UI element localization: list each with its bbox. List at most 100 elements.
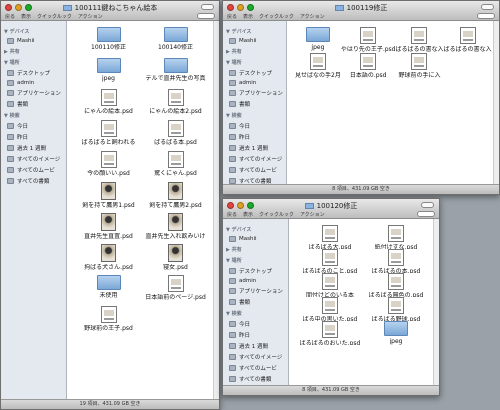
sidebar-item[interactable]: Mashii	[7, 38, 66, 44]
search-field[interactable]	[417, 211, 435, 217]
file-item[interactable]: にゃんの絵本2.psd	[142, 89, 209, 120]
sidebar-heading[interactable]: ▼ 場所	[226, 59, 286, 66]
sidebar-item[interactable]: 過去 1 週間	[229, 342, 288, 350]
file-item[interactable]: ばるばるのおいた.psd	[297, 321, 363, 345]
file-item[interactable]: 未使用	[75, 275, 142, 306]
toolbar-button[interactable]: 表示	[21, 13, 31, 20]
sidebar-item[interactable]: すべてのムービ	[229, 364, 288, 372]
sidebar-item[interactable]: デスクトップ	[7, 69, 66, 77]
file-item[interactable]: 剣を持て鷹男2.psd	[142, 182, 209, 213]
sidebar-heading[interactable]: ▼ 検索	[4, 112, 66, 119]
toolbar-button[interactable]: クイックルック	[259, 211, 294, 218]
sidebar-item[interactable]: 書類	[229, 100, 286, 108]
sidebar-item[interactable]: Mashii	[229, 236, 288, 242]
file-item[interactable]: 日本語の.psd	[341, 53, 396, 79]
vertical-scrollbar[interactable]	[433, 219, 439, 385]
sidebar-item[interactable]: 昨日	[229, 133, 286, 141]
sidebar-item[interactable]: 書類	[229, 298, 288, 306]
file-item[interactable]: にゃんの絵本.psd	[75, 89, 142, 120]
file-item[interactable]: 驚くにゃん.psd	[142, 151, 209, 182]
sidebar-item[interactable]: すべての書類	[229, 375, 288, 383]
toolbar-button[interactable]: 戻る	[5, 13, 15, 20]
file-item[interactable]: ばるばる無色の.psd	[363, 273, 429, 297]
file-item[interactable]: jpeg	[363, 321, 429, 345]
sidebar-item[interactable]: すべての書類	[229, 177, 286, 184]
title-bar[interactable]: 100119修正 戻る 表示 クイックルック アクション	[223, 1, 499, 21]
toolbar-button[interactable]: 表示	[243, 13, 253, 20]
sidebar-heading[interactable]: ▼ 場所	[4, 59, 66, 66]
file-item[interactable]: 紙付けすな.psd	[363, 225, 429, 249]
file-item[interactable]: 今の顔いい.psd	[75, 151, 142, 182]
file-item[interactable]: 間付けどのいる本	[297, 273, 363, 297]
file-item[interactable]: デルで直井先生の写真	[142, 58, 209, 89]
sidebar-item[interactable]: 今日	[229, 122, 286, 130]
sidebar-item[interactable]: すべてのイメージ	[229, 155, 286, 163]
sidebar-item[interactable]: アプリケーション	[229, 287, 288, 295]
sidebar-item[interactable]: 昨日	[229, 331, 288, 339]
sidebar-heading[interactable]: ▶ 共有	[226, 246, 288, 253]
sidebar-item[interactable]: 今日	[229, 320, 288, 328]
sidebar-heading[interactable]: ▼ 場所	[226, 257, 288, 264]
search-field[interactable]	[477, 13, 495, 19]
sidebar-item[interactable]: アプリケーション	[7, 89, 66, 97]
file-item[interactable]: 直井先生入れ飲みいけ	[142, 213, 209, 244]
file-item[interactable]: ばるばると飼われる	[75, 120, 142, 151]
sidebar-item[interactable]: すべてのイメージ	[229, 353, 288, 361]
file-item[interactable]: ばる中の黒いた.psd	[297, 297, 363, 321]
file-item[interactable]: 見せばなの手2月	[295, 53, 341, 79]
file-item[interactable]: やはり先の王子.psd	[341, 27, 395, 53]
file-item[interactable]: 100110修正	[75, 27, 142, 58]
file-item[interactable]: ばるばる大.psd	[297, 225, 363, 249]
sidebar-item[interactable]: すべての書類	[7, 177, 66, 185]
file-item[interactable]: 直井先生直置.psd	[75, 213, 142, 244]
sidebar-heading[interactable]: ▶ 共有	[4, 48, 66, 55]
sidebar-item[interactable]: 今日	[7, 122, 66, 130]
sidebar-heading[interactable]: ▼ 検索	[226, 310, 288, 317]
sidebar-item[interactable]: Mashii	[229, 38, 286, 44]
file-item[interactable]: jpeg	[295, 27, 341, 53]
sidebar-item[interactable]: すべてのムービ	[229, 166, 286, 174]
file-item[interactable]: ばるばるの書な入	[444, 27, 492, 53]
toolbar-button[interactable]: アクション	[78, 13, 103, 20]
file-item[interactable]: 100140修正	[142, 27, 209, 58]
file-item[interactable]: 拘ばる犬さん.psd	[75, 244, 142, 275]
toolbar-toggle-button[interactable]	[201, 4, 214, 10]
toolbar-button[interactable]: 戻る	[227, 211, 237, 218]
file-item[interactable]: 野球前の王子.psd	[75, 306, 142, 337]
sidebar-heading[interactable]: ▶ 共有	[226, 48, 286, 55]
toolbar-button[interactable]: クイックルック	[37, 13, 72, 20]
sidebar-heading[interactable]: ▼ デバイス	[4, 28, 66, 35]
file-item[interactable]: 野球前の手に入	[395, 53, 443, 79]
sidebar-item[interactable]: 過去 1 週間	[229, 144, 286, 152]
sidebar-heading[interactable]: ▼ 検索	[226, 112, 286, 119]
title-bar[interactable]: 100111鍵ねこちゃん絵本 戻る 表示 クイックルック アクション	[1, 1, 219, 21]
toolbar-button[interactable]: 表示	[243, 211, 253, 218]
file-item[interactable]: 日本語前のページ.psd	[142, 275, 209, 306]
toolbar-toggle-button[interactable]	[421, 202, 434, 208]
sidebar-item[interactable]: すべてのイメージ	[7, 155, 66, 163]
title-bar[interactable]: 100120修正 戻る 表示 クイックルック アクション	[223, 199, 439, 219]
sidebar-item[interactable]: 書類	[7, 100, 66, 108]
file-item[interactable]: jpeg	[75, 58, 142, 89]
toolbar-toggle-button[interactable]	[481, 4, 494, 10]
sidebar-item[interactable]: 昨日	[7, 133, 66, 141]
vertical-scrollbar[interactable]	[493, 21, 499, 184]
sidebar-item[interactable]: アプリケーション	[229, 89, 286, 97]
toolbar-button[interactable]: アクション	[300, 13, 325, 20]
sidebar-heading[interactable]: ▼ デバイス	[226, 28, 286, 35]
sidebar-item[interactable]: デスクトップ	[229, 69, 286, 77]
sidebar-item[interactable]: admin	[229, 278, 288, 284]
sidebar-item[interactable]: すべてのムービ	[7, 166, 66, 174]
toolbar-button[interactable]: アクション	[300, 211, 325, 218]
sidebar-heading[interactable]: ▼ デバイス	[226, 226, 288, 233]
vertical-scrollbar[interactable]	[213, 21, 219, 399]
file-item[interactable]: ばるばるの書な入	[395, 27, 444, 53]
sidebar-item[interactable]: admin	[229, 80, 286, 86]
file-item[interactable]: ばるばる野球.psd	[363, 297, 429, 321]
toolbar-button[interactable]: 戻る	[227, 13, 237, 20]
file-item[interactable]: ばるばるの本.psd	[363, 249, 429, 273]
sidebar-item[interactable]: デスクトップ	[229, 267, 288, 275]
sidebar-item[interactable]: 過去 1 週間	[7, 144, 66, 152]
file-item[interactable]: ばるばるのこと.psd	[297, 249, 363, 273]
file-item[interactable]: 寝女.psd	[142, 244, 209, 275]
